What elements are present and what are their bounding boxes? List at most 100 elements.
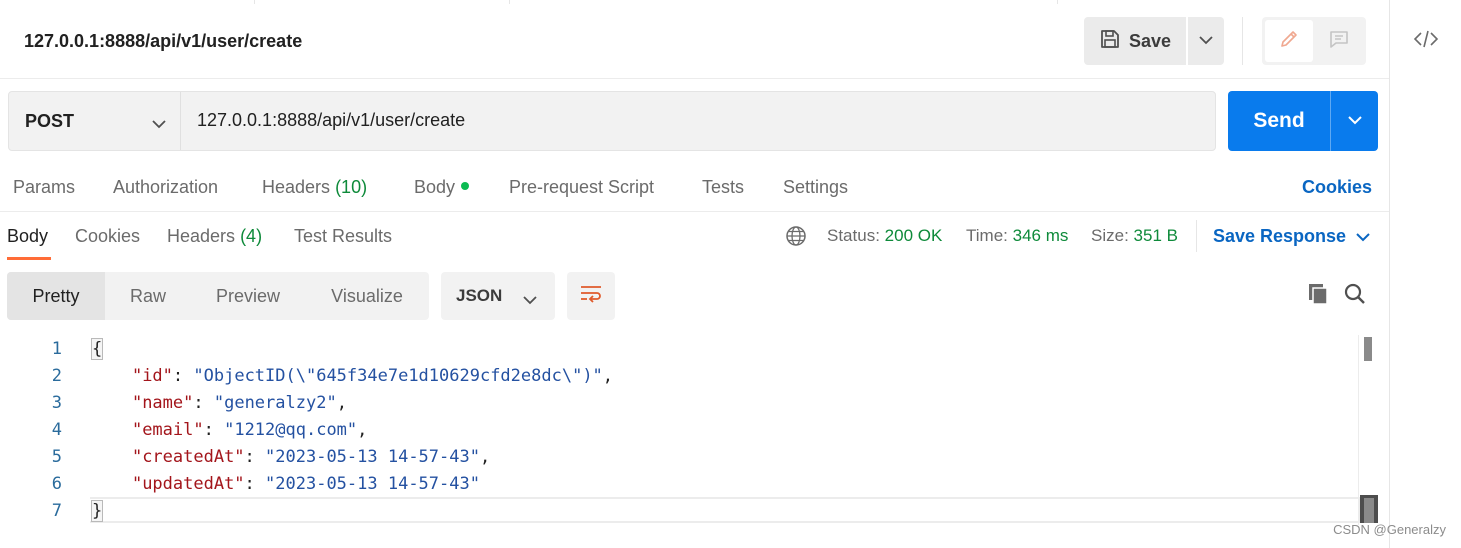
line-content: "createdAt": "2023-05-13 14-57-43", [131,446,491,467]
format-select[interactable]: JSON [441,272,555,320]
wrap-lines-icon [579,284,603,309]
json-comma: , [357,419,368,440]
time-value[interactable]: 346 ms [1013,226,1069,245]
method-label: POST [25,110,75,131]
save-label: Save [1129,30,1172,51]
view-visualize[interactable]: Visualize [305,272,429,320]
tab-prerequest-script[interactable]: Pre-request Script [509,177,654,198]
search-icon [1343,282,1367,311]
json-value: "ObjectID(\"645f34e7e1d10629cfd2e8dc\")" [193,365,603,386]
divider [1196,220,1197,252]
line-number: 7 [51,500,62,521]
response-tab-headers[interactable]: Headers (4) [167,226,262,247]
chevron-down-icon [152,113,166,134]
json-key: "email" [131,419,204,440]
pencil-icon [1278,28,1300,55]
request-title-bar: 127.0.0.1:8888/api/v1/user/create Save [0,4,1389,79]
json-key: "name" [131,392,194,413]
save-icon [1099,28,1121,55]
code-line: 7 } [0,497,1358,524]
json-value: "1212@qq.com" [224,419,358,440]
code-line: 6 "updatedAt": "2023-05-13 14-57-43" [0,470,1358,497]
url-input[interactable]: 127.0.0.1:8888/api/v1/user/create [197,110,465,131]
edit-mode-button[interactable] [1265,20,1313,62]
save-response-button[interactable]: Save Response [1213,226,1370,247]
request-tabs: Params Authorization Headers (10) Body P… [0,163,1389,212]
copy-icon [1306,282,1330,311]
save-button[interactable]: Save [1084,17,1186,65]
cookies-link[interactable]: Cookies [1302,177,1372,198]
line-number: 6 [51,473,62,494]
view-mode-toggle [1262,17,1366,65]
json-key: "updatedAt" [131,473,245,494]
chevron-down-icon [1199,32,1213,50]
line-number: 2 [51,365,62,386]
json-key: "id" [131,365,173,386]
copy-button[interactable] [1304,282,1332,310]
view-pretty[interactable]: Pretty [7,272,105,320]
comment-icon [1328,28,1350,55]
format-label: JSON [456,286,503,305]
time-label: Time: [966,226,1008,245]
response-tab-body[interactable]: Body [7,226,48,247]
scrollbar-thumb[interactable] [1360,495,1378,523]
time-readout: Time: 346 ms [966,226,1068,246]
response-tab-headers-label: Headers [167,226,236,246]
save-group: Save [1084,17,1224,65]
line-content: "updatedAt": "2023-05-13 14-57-43" [131,473,480,494]
code-snippet-button[interactable] [1412,28,1440,54]
scrollbar-marker [1364,337,1372,361]
chevron-down-icon [1347,112,1362,130]
code-icon [1413,29,1439,54]
url-bar: POST 127.0.0.1:8888/api/v1/user/create [8,91,1216,151]
tab-tests[interactable]: Tests [702,177,744,198]
globe-icon[interactable] [785,225,807,247]
response-tab-test-results[interactable]: Test Results [294,226,392,247]
line-number: 3 [51,392,62,413]
comments-mode-button[interactable] [1315,20,1363,62]
active-tab-underline [7,257,51,260]
search-button[interactable] [1341,282,1369,310]
view-mode-segmented: Pretty Raw Preview Visualize [7,272,429,320]
code-line: 1 { [0,335,1358,362]
response-view-toolbar: Pretty Raw Preview Visualize JSON [0,262,1389,328]
json-value: "2023-05-13 14-57-43" [265,446,480,467]
save-options-button[interactable] [1188,17,1224,65]
line-number: 4 [51,419,62,440]
view-preview[interactable]: Preview [191,272,305,320]
tab-body-label: Body [414,177,456,197]
status-value[interactable]: 200 OK [885,226,943,245]
line-number: 5 [51,446,62,467]
code-line: 5 "createdAt": "2023-05-13 14-57-43", [0,443,1358,470]
view-raw[interactable]: Raw [105,272,191,320]
chevron-down-icon [523,290,537,310]
status-readout: Status: 200 OK [827,226,942,246]
send-button[interactable]: Send [1228,91,1330,151]
size-readout: Size: 351 B [1091,226,1178,246]
json-key: "createdAt" [131,446,245,467]
tab-authorization[interactable]: Authorization [113,177,218,198]
code-line: 3 "name": "generalzy2", [0,389,1358,416]
status-label: Status: [827,226,880,245]
tab-headers-label: Headers [262,177,331,197]
tab-settings[interactable]: Settings [783,177,848,198]
json-value: "generalzy2" [213,392,337,413]
tab-params[interactable]: Params [13,177,75,198]
send-options-button[interactable] [1331,91,1378,151]
wrap-lines-button[interactable] [567,272,615,320]
tab-body[interactable]: Body [414,177,470,198]
response-body-editor[interactable]: 1 { 2 "id": "ObjectID(\"645f34e7e1d10629… [0,335,1378,525]
json-comma: , [336,392,347,413]
line-content: "name": "generalzy2", [131,392,347,413]
request-title[interactable]: 127.0.0.1:8888/api/v1/user/create [24,31,302,52]
response-tab-cookies[interactable]: Cookies [75,226,140,247]
chevron-down-icon [1356,226,1370,247]
tab-headers[interactable]: Headers (10) [262,177,367,198]
line-content: } [91,499,104,522]
json-value: "2023-05-13 14-57-43" [265,473,480,494]
response-tabs: Body Cookies Headers (4) Test Results St… [0,212,1389,262]
code-line: 2 "id": "ObjectID(\"645f34e7e1d10629cfd2… [0,362,1358,389]
size-value[interactable]: 351 B [1134,226,1178,245]
send-group: Send [1228,91,1378,151]
method-select[interactable]: POST [9,92,181,150]
